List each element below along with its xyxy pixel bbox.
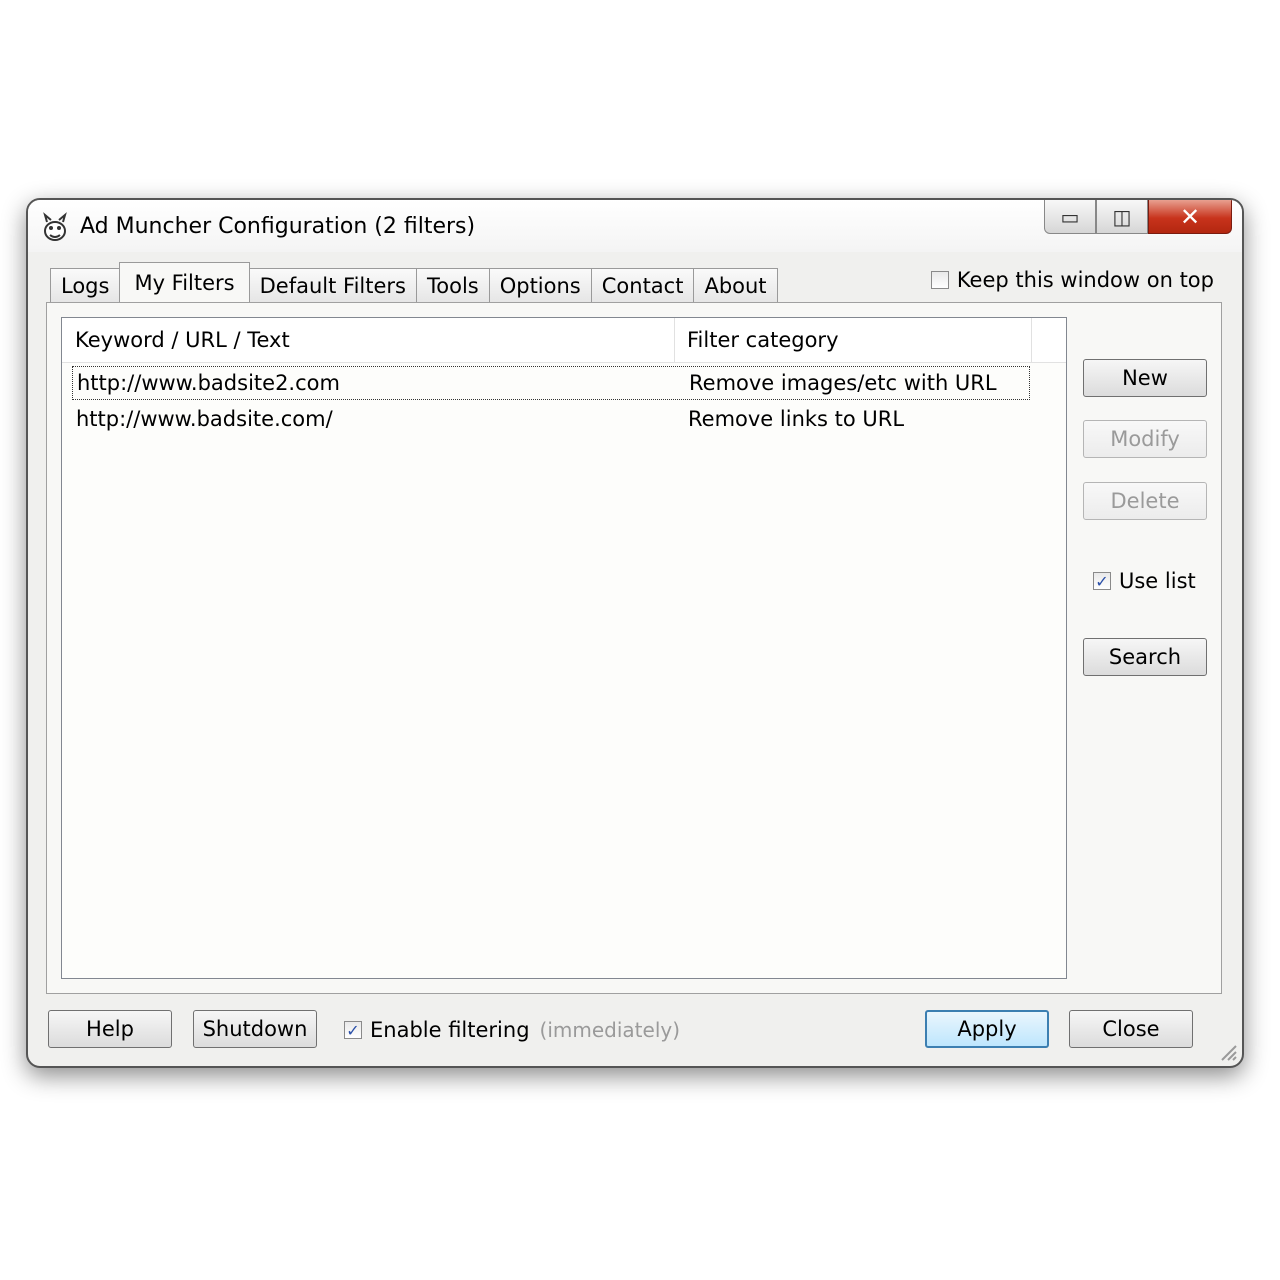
my-filters-panel: Keyword / URL / Text Filter category htt… <box>46 302 1222 994</box>
enable-filtering-label: Enable filtering <box>370 1018 530 1042</box>
tab-strip: Logs My Filters Default Filters Tools Op… <box>50 262 778 302</box>
row-category: Remove images/etc with URL <box>689 371 997 395</box>
keep-on-top-checkbox[interactable] <box>930 271 949 289</box>
use-list-label: Use list <box>1119 569 1196 593</box>
apply-button[interactable]: Apply <box>925 1010 1049 1048</box>
filter-list[interactable]: Keyword / URL / Text Filter category htt… <box>61 317 1067 979</box>
minimize-icon: ▭ <box>1060 204 1080 229</box>
tab-my-filters[interactable]: My Filters <box>119 262 250 302</box>
title-bar[interactable]: Ad Muncher Configuration (2 filters) ▭ ◫… <box>28 200 1242 252</box>
tab-logs[interactable]: Logs <box>50 268 121 302</box>
ad-muncher-app-icon <box>43 212 67 241</box>
new-button[interactable]: New <box>1083 359 1207 397</box>
caption-buttons: ▭ ◫ ✕ <box>1044 200 1232 236</box>
table-row[interactable]: http://www.badsite2.com Remove images/et… <box>72 366 1030 400</box>
row-category: Remove links to URL <box>688 407 905 431</box>
tab-contact[interactable]: Contact <box>590 268 695 302</box>
bottom-bar: Help Shutdown ✓ Enable filtering (immedi… <box>28 1006 1242 1050</box>
row-keyword: http://www.badsite2.com <box>77 371 340 395</box>
enable-filtering-option[interactable]: ✓ Enable filtering (immediately) <box>344 1018 680 1042</box>
column-header-keyword[interactable]: Keyword / URL / Text <box>62 318 675 362</box>
window-title: Ad Muncher Configuration (2 filters) <box>80 214 476 239</box>
tab-tools[interactable]: Tools <box>415 268 490 302</box>
maximize-button[interactable]: ◫ <box>1096 200 1148 234</box>
list-header: Keyword / URL / Text Filter category <box>62 318 1066 363</box>
keep-on-top-label: Keep this window on top <box>956 268 1214 292</box>
enable-filtering-checkbox[interactable]: ✓ <box>344 1021 362 1040</box>
close-window-button[interactable]: ✕ <box>1148 200 1232 234</box>
tab-default-filters[interactable]: Default Filters <box>248 268 417 302</box>
search-button[interactable]: Search <box>1083 638 1207 676</box>
use-list-option[interactable]: ✓ Use list <box>1093 569 1196 593</box>
maximize-icon: ◫ <box>1112 204 1132 229</box>
minimize-button[interactable]: ▭ <box>1044 200 1096 234</box>
close-button[interactable]: Close <box>1069 1010 1193 1048</box>
row-keyword: http://www.badsite.com/ <box>76 407 333 431</box>
modify-button[interactable]: Modify <box>1083 420 1207 458</box>
close-icon: ✕ <box>1179 202 1201 231</box>
help-button[interactable]: Help <box>48 1010 172 1048</box>
tab-options[interactable]: Options <box>488 268 592 302</box>
tab-about[interactable]: About <box>693 268 778 302</box>
immediately-note: (immediately) <box>539 1018 681 1042</box>
use-list-checkbox[interactable]: ✓ <box>1093 572 1111 591</box>
keep-on-top-option[interactable]: Keep this window on top <box>930 268 1214 292</box>
shutdown-button[interactable]: Shutdown <box>193 1010 317 1048</box>
resize-grip-icon[interactable] <box>1216 1040 1238 1062</box>
table-row[interactable]: http://www.badsite.com/ Remove links to … <box>72 402 1030 436</box>
column-header-category[interactable]: Filter category <box>675 318 1032 362</box>
config-window: Ad Muncher Configuration (2 filters) ▭ ◫… <box>26 198 1244 1068</box>
delete-button[interactable]: Delete <box>1083 482 1207 520</box>
